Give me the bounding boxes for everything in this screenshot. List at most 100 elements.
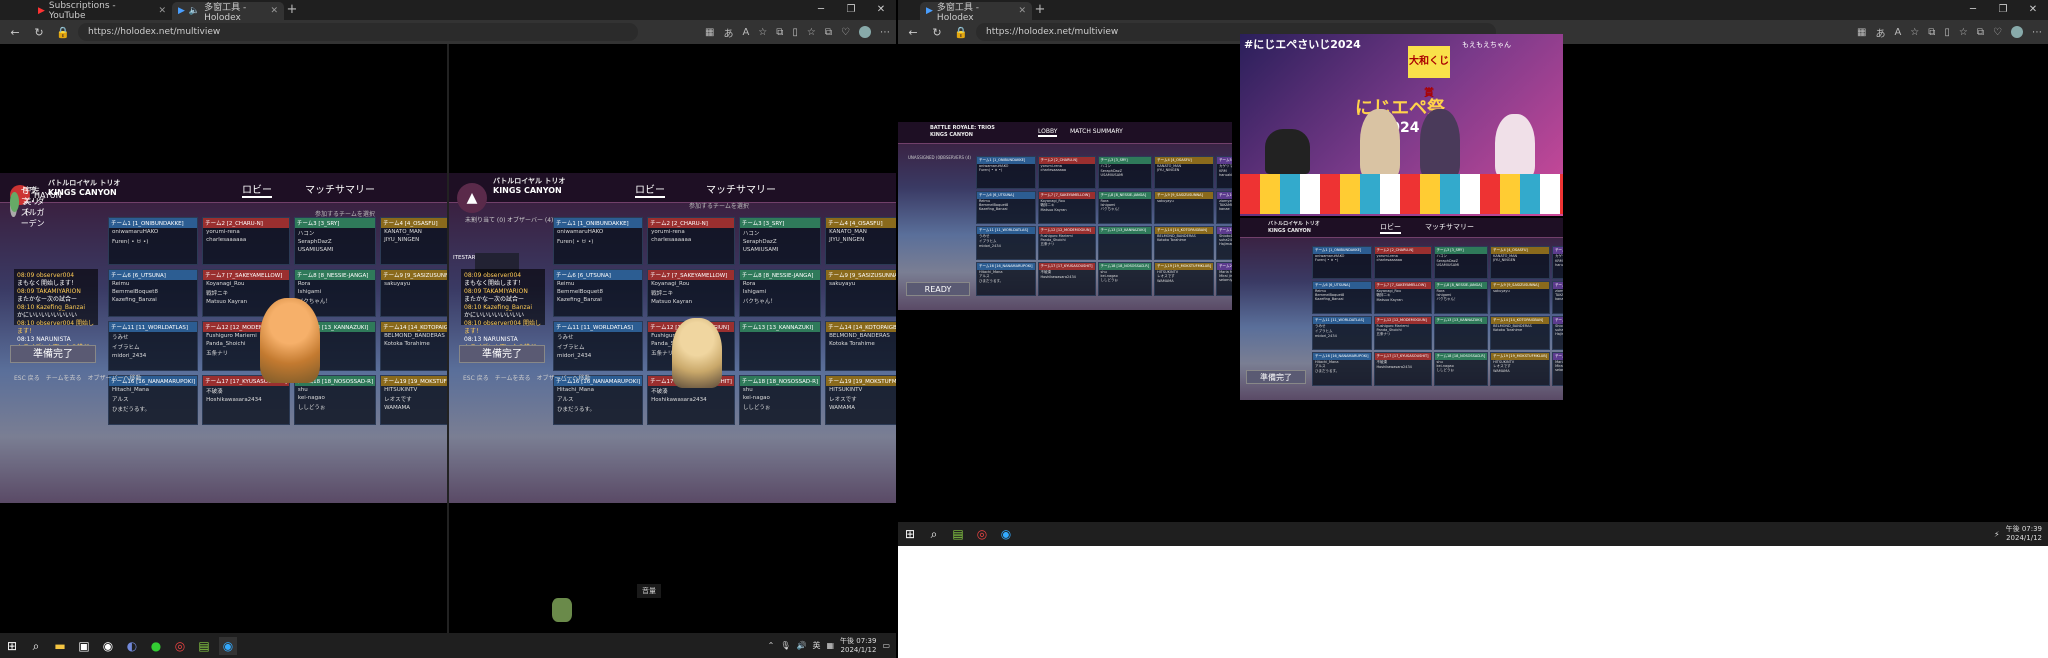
ime-label[interactable]: 英 (812, 640, 820, 651)
team-slot[interactable]: チーム14 [14_KOTOPAIGBAN]BELMOND_BANDERASKo… (825, 321, 896, 371)
notification-icon[interactable]: ▭ (882, 641, 890, 650)
refresh-icon[interactable]: ↻ (928, 26, 946, 39)
close-window-icon[interactable]: ✕ (866, 2, 896, 18)
start-icon[interactable]: ⊞ (3, 637, 21, 655)
team-slot[interactable]: チーム12 [12_MODEMOGIUN]Fushiguro MariemiPa… (1037, 226, 1096, 260)
new-tab-button[interactable]: + (284, 2, 300, 20)
team-slot[interactable]: チーム18 [18_NOSOSSAD-R] shu kei-nagao ししどうぉ (738, 375, 822, 425)
team-slot[interactable]: チーム16 [16_NANAMARUPOKI] Hitachi_Mana アルス ひま… (976, 262, 1036, 296)
clock[interactable]: 午後 07:39 2024/1/12 (840, 637, 876, 655)
team-slot[interactable]: チーム11 [11_WORLDATLAS] うみせ イブラヒム midori_2434 (108, 321, 199, 371)
extension-icon[interactable]: ⧉ (776, 27, 783, 38)
team-slot[interactable]: チーム11 [11_WORLDATLAS] うみせ イブラヒム midori_2434 (1312, 316, 1372, 350)
read-aloud-icon[interactable]: A (742, 27, 749, 38)
search-icon[interactable]: ⌕ (925, 525, 943, 543)
team-slot[interactable]: チーム19 [19_MOKSTUFMKLUB]HITSUKINTVレオスですWA… (1154, 262, 1215, 296)
team-slot[interactable]: チーム2 [2_CHARU-N] yorumi-rena charlesaaaaaa (1373, 246, 1432, 279)
more-icon[interactable]: ⋯ (2032, 27, 2042, 38)
favorite-star-icon[interactable]: ☆ (1910, 27, 1919, 38)
team-slot[interactable]: チーム9 [9_SASIZUSUNNA]sakuyayu (1490, 281, 1551, 314)
store-icon[interactable]: ▣ (75, 637, 93, 655)
team-slot[interactable]: チーム2 [2_CHARU-N] yorumi-rena charlesaaaaaa (202, 217, 290, 265)
team-slot[interactable]: チーム11 [11_WORLDATLAS] うみせ イブラヒム midori_2434 (976, 226, 1036, 260)
mic-icon[interactable]: 🎙 (780, 641, 790, 650)
team-slot[interactable]: チーム6 [6_UTSUNA] Reimu BemmelBoquet8 Kazefin… (553, 269, 644, 317)
team-slot[interactable]: チーム20 [20_MESAMESURU]Maria MarionetteMir… (1552, 352, 1563, 386)
reader-icon[interactable]: ▦ (705, 27, 714, 38)
team-slot[interactable]: チーム14 [14_KOTOPAIGBAN]BELMOND_BANDERASKo… (1154, 226, 1215, 260)
team-slot[interactable]: チーム9 [9_SASIZUSUNNA]sakuyayu (1154, 191, 1215, 224)
back-icon[interactable]: ← (904, 26, 922, 39)
team-slot[interactable]: チーム16 [16_NANAMARUPOKI] Hitachi_Mana アルス ひま… (108, 375, 199, 425)
settings-heart-icon[interactable]: ♡ (1993, 27, 2002, 38)
team-slot[interactable]: チーム5 [5_OBOROGUMO]カゲツマジ本物KRMharuakikiri2… (1216, 156, 1232, 189)
team-slot[interactable]: チーム9 [9_SASIZUSUNNA]sakuyayu (380, 269, 447, 317)
team-slot[interactable]: チーム10 [10_NYANYANYA]ziomyeoTAKAMIYARIONk… (1216, 191, 1232, 224)
team-slot[interactable]: チーム4 [4_OSASFU] KANATO_MAN JIYU_NINGEN (825, 217, 896, 265)
team-slot[interactable]: チーム6 [6_UTSUNA] Reimu BemmelBoquet8 Kazefin… (1312, 281, 1372, 314)
reader-icon[interactable]: ▦ (1857, 27, 1866, 38)
ready-button[interactable]: 準備完了 (10, 345, 96, 363)
team-slot[interactable]: チーム13 [13_KANNAZUKI] (1097, 226, 1153, 260)
favorites-icon[interactable]: ☆ (807, 27, 816, 38)
discord-icon[interactable]: ◐ (123, 637, 141, 655)
team-slot[interactable]: チーム6 [6_UTSUNA] Reimu BemmelBoquet8 Kazefin… (108, 269, 199, 317)
team-slot[interactable]: チーム7 [7_SAKEYAMELLOW] Koyanagi_Rou 戦評ニキ Mat… (1037, 191, 1096, 224)
team-slot[interactable]: チーム20 [20_MESAMESURU]Maria MarionetteMir… (1216, 262, 1232, 296)
back-icon[interactable]: ← (6, 26, 24, 39)
folder-icon[interactable]: ▬ (51, 637, 69, 655)
team-slot[interactable]: チーム2 [2_CHARU-N] yorumi-rena charlesaaaaaa (647, 217, 735, 265)
tab-match-summary[interactable]: マッチサマリー (1425, 222, 1474, 232)
close-icon[interactable]: ✕ (1018, 6, 1026, 16)
team-slot[interactable]: チーム16 [16_NANAMARUPOKI] Hitachi_Mana アルス ひま… (553, 375, 644, 425)
tab-youtube[interactable]: ▶ Subscriptions - YouTube ✕ (32, 1, 172, 21)
stream-panel-3[interactable]: BATTLE ROYALE: TRIOS KINGS CANYON LOBBY … (898, 122, 1232, 310)
team-slot[interactable]: チーム10 [10_NYANYANYA]ziomyeoTAKAMIYARIONk… (1552, 281, 1563, 314)
team-slot[interactable]: チーム4 [4_OSASFU] KANATO_MAN JIYU_NINGEN (380, 217, 447, 265)
read-aloud-icon[interactable]: A (1894, 27, 1901, 38)
team-slot[interactable]: チーム16 [16_NANAMARUPOKI] Hitachi_Mana アルス ひま… (1312, 352, 1372, 386)
ready-button[interactable]: 準備完了 (1246, 370, 1306, 384)
chevron-up-icon[interactable]: ⌃ (768, 641, 775, 650)
maximize-icon[interactable]: ❐ (836, 2, 866, 18)
team-slot[interactable]: チーム3 [3_SRY] ハコン SeraphDazZ USAMIUSAMI (1433, 246, 1489, 279)
team-slot[interactable]: チーム3 [3_SRY] ハコン SeraphDazZ USAMIUSAMI (738, 217, 822, 265)
maximize-icon[interactable]: ❐ (1988, 2, 2018, 18)
translate-icon[interactable]: あ (1875, 25, 1885, 40)
split-icon[interactable]: ▯ (792, 27, 798, 38)
favorites-icon[interactable]: ☆ (1959, 27, 1968, 38)
apps-icon[interactable]: ▤ (195, 637, 213, 655)
stream-panel-2[interactable]: ▲ バトルロイヤル トリオ KINGS CANYON ロビー マッチサマリー 参… (449, 173, 896, 503)
minimize-icon[interactable]: ─ (806, 2, 836, 18)
team-slot[interactable]: チーム2 [2_CHARU-N] yorumi-rena charlesaaaaaa (1037, 156, 1096, 189)
team-slot[interactable]: チーム1 [1_ONIBUNDAKKE] oniwamaruHAKO Furen( … (976, 156, 1036, 189)
tab-match-summary[interactable]: マッチサマリー (305, 181, 375, 196)
edge-icon[interactable]: ◉ (219, 636, 237, 655)
team-slot[interactable]: チーム8 [8_NESSIE-JANGA] Rora Ishigami バクちゃん！ (738, 269, 822, 317)
close-icon[interactable]: ✕ (158, 6, 166, 16)
apps-icon[interactable]: ▤ (949, 525, 967, 543)
tab-lobby[interactable]: ロビー (635, 181, 665, 198)
split-icon[interactable]: ▯ (1944, 27, 1950, 38)
team-slot[interactable]: チーム18 [18_NOSOSSAD-R] shu kei-nagao ししどうぉ (1097, 262, 1153, 296)
avatar[interactable] (2011, 26, 2023, 38)
line-icon[interactable]: ● (147, 637, 165, 655)
team-slot[interactable]: チーム19 [19_MOKSTUFMKLUB]HITSUKINTVレオスですWA… (1490, 352, 1551, 386)
close-icon[interactable]: ✕ (270, 6, 278, 16)
ready-button[interactable]: 準備完了 (459, 345, 545, 363)
tab-lobby[interactable]: ロビー (242, 181, 272, 198)
stream-panel-5[interactable]: バトルロイヤル トリオ KINGS CANYON ロビー マッチサマリー チーム… (1240, 218, 1563, 400)
mute-icon[interactable]: 🔈 (189, 6, 200, 16)
steam-icon[interactable]: ◉ (99, 637, 117, 655)
team-slot[interactable]: チーム15 [15_MARUCHIGUNN]Shioko1012suha2434… (1216, 226, 1232, 260)
team-slot[interactable]: チーム9 [9_SASIZUSUNNA]sakuyayu (825, 269, 896, 317)
clock[interactable]: 午後 07:39 2024/1/12 (2006, 525, 2042, 543)
chrome-icon[interactable]: ◎ (171, 637, 189, 655)
team-slot[interactable]: チーム19 [19_MOKSTUFMKLUB]HITSUKINTVレオスですWA… (825, 375, 896, 425)
team-slot[interactable]: チーム1 [1_ONIBUNDAKKE] oniwamaruHAKO Furen( … (108, 217, 199, 265)
team-slot[interactable]: チーム18 [18_NOSOSSAD-R] shu kei-nagao ししどうぉ (1433, 352, 1489, 386)
settings-heart-icon[interactable]: ♡ (841, 27, 850, 38)
chrome-icon[interactable]: ◎ (973, 525, 991, 543)
team-slot[interactable]: チーム1 [1_ONIBUNDAKKE] oniwamaruHAKO Furen( … (553, 217, 644, 265)
team-slot[interactable]: チーム14 [14_KOTOPAIGBAN]BELMOND_BANDERASKo… (1490, 316, 1551, 350)
